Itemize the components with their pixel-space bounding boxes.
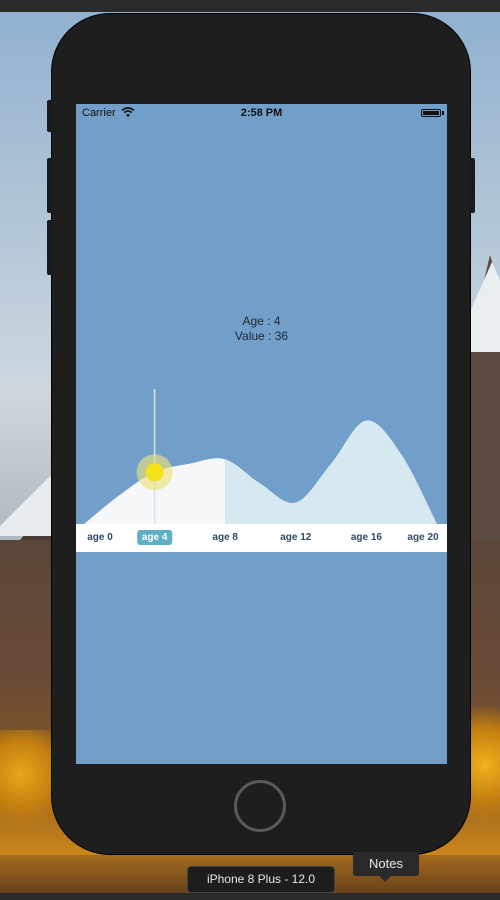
x-tick-age-12[interactable]: age 12	[275, 530, 316, 545]
volume-up-button[interactable]	[47, 158, 53, 213]
age-readout: Age : 4	[242, 314, 281, 328]
x-tick-age-16[interactable]: age 16	[346, 530, 387, 545]
volume-down-button[interactable]	[47, 220, 53, 275]
mute-switch[interactable]	[47, 100, 53, 132]
home-button[interactable]	[234, 780, 286, 832]
notes-tooltip: Notes	[353, 852, 419, 882]
selection-readout: Age : 4 Value : 36	[76, 314, 447, 344]
x-axis-bar	[76, 524, 447, 552]
x-tick-age-0[interactable]: age 0	[82, 530, 118, 545]
battery-icon	[421, 109, 441, 117]
x-tick-age-8[interactable]: age 8	[207, 530, 243, 545]
x-tick-age-20[interactable]: age 20	[402, 530, 443, 545]
app-screen: Carrier 2:58 PM Age : 4 Value : 36 age 0…	[76, 104, 447, 764]
age-value-chart[interactable]	[76, 389, 447, 529]
selection-marker[interactable]	[145, 463, 164, 482]
battery-tip-icon	[442, 111, 444, 115]
device-label: iPhone 8 Plus - 12.0	[187, 866, 335, 893]
status-bar: Carrier 2:58 PM	[76, 104, 447, 122]
value-readout: Value : 36	[234, 329, 289, 343]
x-tick-age-4[interactable]: age 4	[136, 530, 173, 545]
power-button[interactable]	[469, 158, 475, 213]
status-time: 2:58 PM	[240, 107, 283, 119]
